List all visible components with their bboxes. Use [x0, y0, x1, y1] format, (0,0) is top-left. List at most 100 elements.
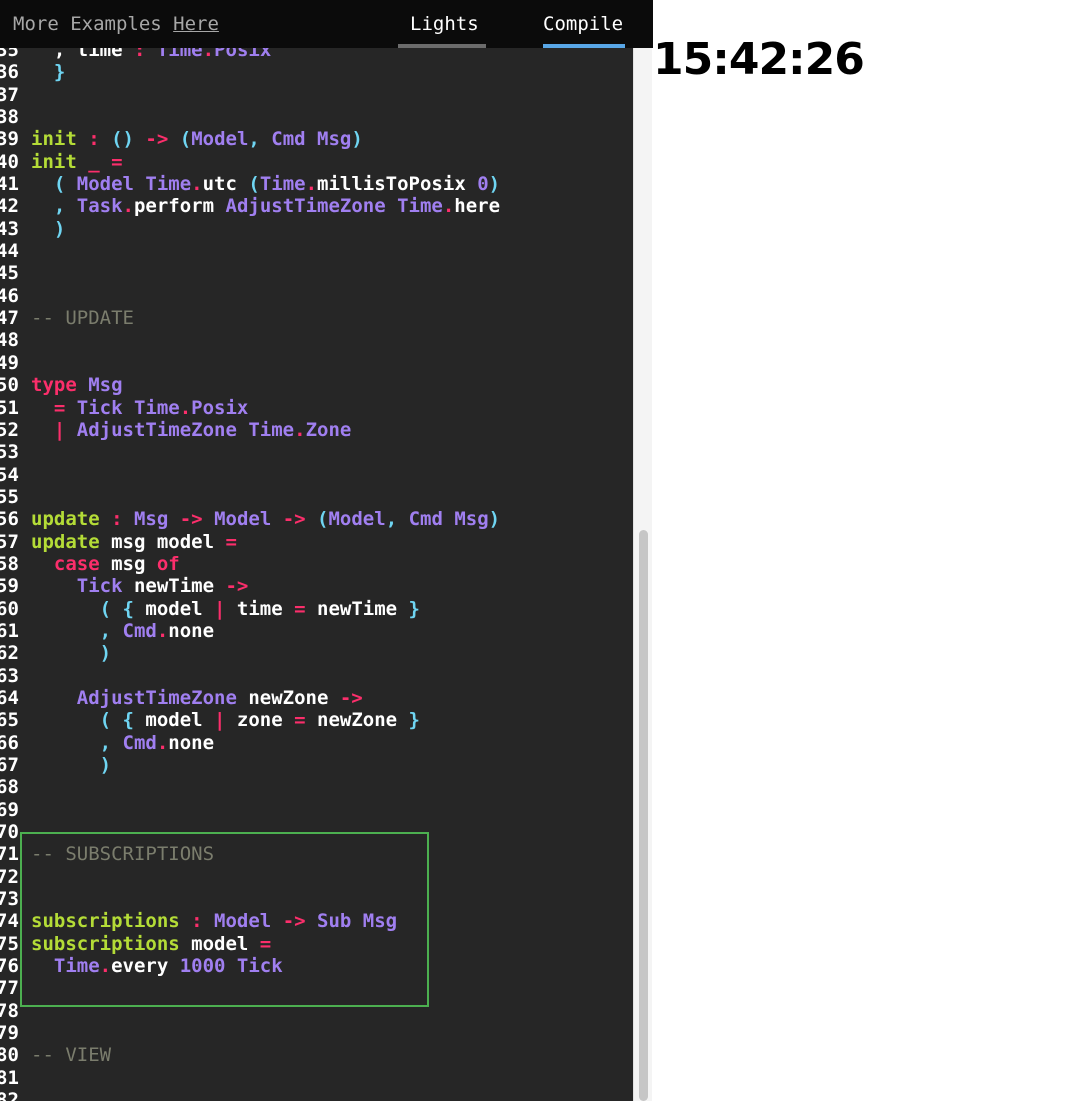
- code-token: Msg: [133, 508, 180, 531]
- code-token: perform: [133, 195, 226, 218]
- code-token: ): [488, 508, 501, 531]
- code-token: utc: [202, 173, 249, 196]
- code-token: ->: [339, 686, 363, 709]
- more-examples-link[interactable]: Here: [173, 13, 219, 35]
- code-token: model: [145, 709, 215, 732]
- line-code: , Task.perform AdjustTimeZone Time.here: [31, 195, 500, 217]
- line-number: 75: [0, 932, 19, 955]
- more-examples: More Examples Here: [13, 13, 219, 35]
- code-token: zone: [225, 709, 295, 732]
- line-code: = Tick Time.Posix: [31, 396, 249, 419]
- lights-button[interactable]: Lights: [410, 13, 479, 35]
- code-token: Task: [76, 195, 123, 218]
- code-token: case: [31, 552, 112, 575]
- code-token: type: [31, 374, 89, 397]
- line-number: 80: [0, 1044, 19, 1067]
- line-code: , Cmd.none: [31, 620, 214, 642]
- line-code: init _ =: [31, 151, 123, 173]
- line-code: -- UPDATE: [31, 307, 134, 329]
- code-token: here: [454, 195, 501, 218]
- line-code: ( { model | zone = newZone }: [31, 709, 420, 731]
- line-number: 40: [0, 150, 19, 173]
- code-token: ->: [145, 128, 169, 151]
- code-token: ): [31, 754, 112, 776]
- code-token: ( {: [31, 709, 146, 732]
- code-token: of: [156, 552, 180, 575]
- line-number: 54: [0, 463, 19, 486]
- line-number: 61: [0, 619, 19, 642]
- code-token: Sub Msg: [305, 910, 398, 933]
- code-token: AdjustTimeZone Time: [76, 418, 295, 441]
- code-token: :: [76, 128, 112, 151]
- more-examples-text: More Examples: [13, 13, 174, 35]
- code-token: }: [408, 709, 420, 732]
- code-token: Model: [191, 128, 249, 151]
- code-token: ->: [282, 508, 306, 531]
- code-token: :: [179, 910, 215, 933]
- line-code: subscriptions model =: [31, 933, 271, 955]
- line-code: subscriptions : Model -> Sub Msg: [31, 910, 397, 932]
- code-token: Msg: [88, 374, 123, 397]
- line-number: 69: [0, 798, 19, 821]
- line-number: 56: [0, 508, 19, 531]
- code-token: =: [294, 709, 306, 732]
- line-number: 51: [0, 396, 19, 419]
- line-code: Time.every 1000 Tick: [31, 955, 283, 977]
- code-token: (: [31, 173, 77, 196]
- line-number: 58: [0, 552, 19, 575]
- code-token: ,: [248, 128, 272, 151]
- code-token: millisToPosix: [317, 173, 478, 196]
- code-token: AdjustTimeZone: [31, 686, 249, 709]
- code-token: ->: [282, 910, 306, 933]
- line-number: 81: [0, 1066, 19, 1089]
- line-number: 46: [0, 284, 19, 307]
- code-token: time: [225, 597, 295, 620]
- code-token: 1000 Tick: [179, 955, 283, 978]
- code-token: Cmd: [122, 619, 157, 642]
- line-code: -- SUBSCRIPTIONS: [31, 843, 214, 865]
- line-number: 76: [0, 955, 19, 978]
- line-number: 59: [0, 575, 19, 598]
- compile-button[interactable]: Compile: [543, 13, 623, 35]
- scrollbar-thumb[interactable]: [639, 530, 648, 1101]
- code-token: Time: [31, 955, 100, 978]
- code-token: ,: [31, 731, 123, 754]
- line-code: | AdjustTimeZone Time.Zone: [31, 419, 351, 441]
- line-code: type Msg: [31, 374, 123, 396]
- lights-underline: [398, 44, 486, 48]
- code-token: Model: [202, 508, 283, 531]
- code-token: subscriptions: [31, 910, 180, 933]
- line-code: AdjustTimeZone newZone ->: [31, 687, 363, 709]
- code-token: .: [99, 955, 112, 978]
- code-token: =: [31, 396, 77, 419]
- code-editor[interactable]: 35 , time : Time.Posix 36 } 37 38 39 init : (…: [0, 0, 633, 1101]
- code-token: model: [179, 932, 260, 955]
- line-number: 41: [0, 173, 19, 196]
- line-number: 36: [0, 61, 19, 84]
- line-number: 63: [0, 664, 19, 687]
- code-token: none: [168, 731, 215, 754]
- line-number: 71: [0, 843, 19, 866]
- line-code: ): [31, 754, 111, 776]
- clock-output: 15:42:26: [653, 34, 865, 85]
- code-token: |: [214, 709, 226, 732]
- line-number: 55: [0, 485, 19, 508]
- code-token: Model: [328, 508, 386, 531]
- code-token: Cmd: [122, 731, 157, 754]
- code-token: init: [31, 128, 77, 151]
- line-number: 38: [0, 106, 19, 129]
- code-token: Model: [214, 910, 283, 933]
- line-number: 39: [0, 128, 19, 151]
- code-token: =: [294, 597, 306, 620]
- code-token: (: [305, 508, 329, 531]
- line-code: }: [31, 61, 65, 83]
- line-code: Tick newTime ->: [31, 575, 249, 597]
- code-token: Model Time: [76, 173, 192, 196]
- line-number: 47: [0, 307, 19, 330]
- line-code: -- VIEW: [31, 1044, 111, 1066]
- line-number: 64: [0, 686, 19, 709]
- code-token: |: [31, 418, 77, 441]
- code-token: Zone: [305, 418, 352, 441]
- editor-scrollbar[interactable]: [633, 0, 652, 1101]
